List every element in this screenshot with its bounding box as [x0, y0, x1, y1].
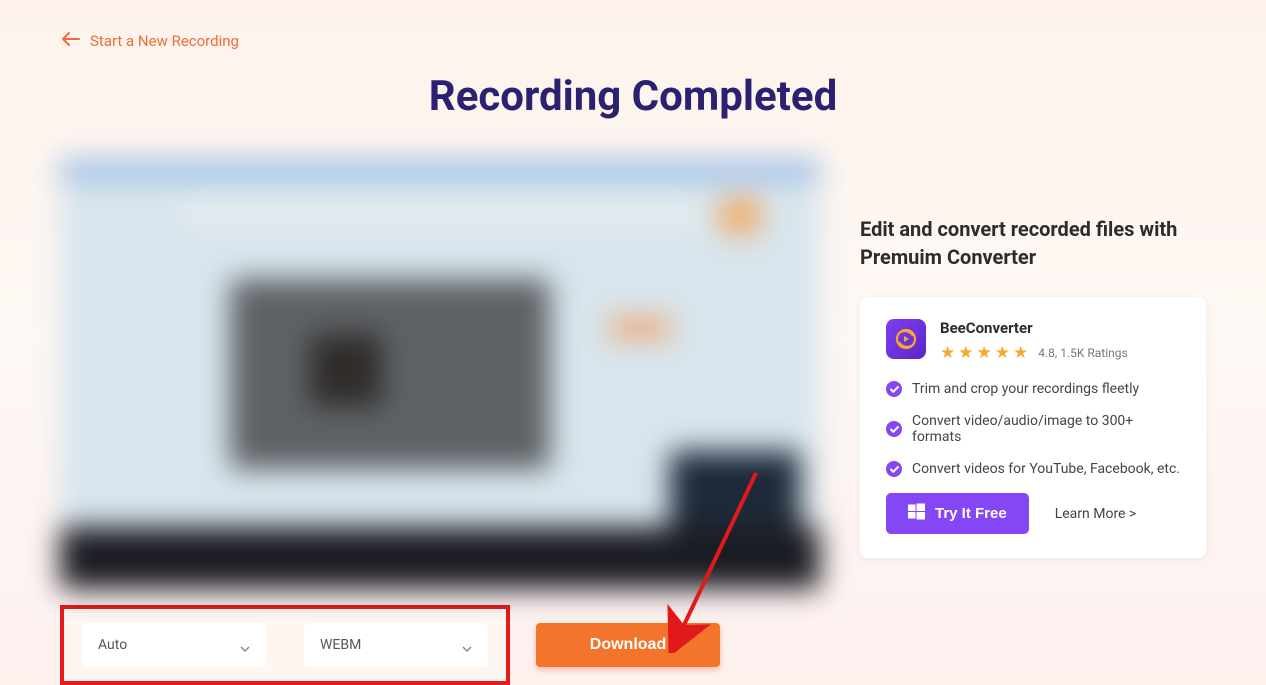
arrow-left-icon — [62, 32, 80, 50]
check-icon — [886, 421, 902, 437]
annotation-highlight-box: Auto WEBM — [60, 605, 510, 685]
quality-select-value: Auto — [98, 637, 127, 653]
star-icon: ★ — [1013, 343, 1028, 363]
product-name: BeeConverter — [940, 319, 1128, 337]
chevron-down-icon — [462, 640, 472, 650]
feature-text: Trim and crop your recordings fleetly — [912, 381, 1139, 397]
feature-item: Trim and crop your recordings fleetly — [886, 381, 1180, 397]
try-button-label: Try It Free — [935, 505, 1007, 522]
download-button[interactable]: Download — [536, 623, 720, 667]
try-it-free-button[interactable]: Try It Free — [886, 493, 1029, 534]
feature-text: Convert video/audio/image to 300+ format… — [912, 413, 1180, 445]
check-icon — [886, 381, 902, 397]
star-icon: ★ — [995, 343, 1010, 363]
feature-text: Convert videos for YouTube, Facebook, et… — [912, 461, 1180, 477]
rating-text: 4.8, 1.5K Ratings — [1038, 346, 1127, 360]
rating-stars: ★ ★ ★ ★ ★ — [940, 343, 1028, 363]
windows-icon — [908, 503, 925, 524]
feature-item: Convert video/audio/image to 300+ format… — [886, 413, 1180, 445]
star-icon: ★ — [977, 343, 992, 363]
aside-title: Edit and convert recorded files with Pre… — [860, 215, 1206, 271]
beeconverter-app-icon — [886, 319, 926, 359]
format-select-value: WEBM — [320, 637, 361, 653]
star-icon: ★ — [940, 343, 955, 363]
feature-item: Convert videos for YouTube, Facebook, et… — [886, 461, 1180, 477]
learn-more-link[interactable]: Learn More > — [1055, 506, 1137, 522]
download-button-label: Download — [590, 636, 666, 653]
quality-select[interactable]: Auto — [82, 623, 266, 667]
star-icon: ★ — [958, 343, 973, 363]
page-title: Recording Completed — [0, 72, 1266, 121]
format-select[interactable]: WEBM — [304, 623, 488, 667]
video-preview-thumbnail — [60, 159, 820, 589]
check-icon — [886, 461, 902, 477]
start-new-recording-link[interactable]: Start a New Recording — [0, 0, 1266, 50]
promo-card: BeeConverter ★ ★ ★ ★ ★ 4.8, 1.5K Ratings — [860, 297, 1206, 558]
back-link-label: Start a New Recording — [90, 32, 239, 50]
chevron-down-icon — [240, 640, 250, 650]
